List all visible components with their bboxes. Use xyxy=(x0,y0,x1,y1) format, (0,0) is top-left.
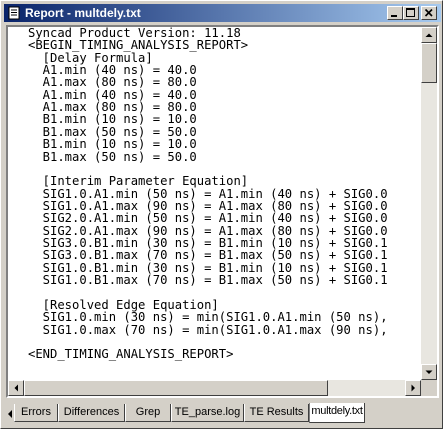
report-line: SIG3.0.B1.max (70 ns) = B1.max (50 ns) +… xyxy=(28,248,388,263)
scrollbar-corner xyxy=(421,380,437,396)
tab-te-parse-log[interactable]: TE_parse.log xyxy=(171,404,244,422)
report-line: B1.min (10 ns) = 10.0 xyxy=(28,137,197,152)
report-line: B1.min (10 ns) = 10.0 xyxy=(28,112,197,127)
scroll-up-button[interactable] xyxy=(421,27,437,43)
report-window: Report - multdely.txt Syncad Product Ver… xyxy=(0,0,443,429)
maximize-button[interactable] xyxy=(403,6,419,20)
document-tab-bar: Errors Differences Grep TE_parse.log TE Resu… xyxy=(6,403,439,425)
tab-label: multdely.txt xyxy=(311,405,363,417)
scroll-left-button[interactable] xyxy=(8,380,24,396)
report-line: SIG1.0.max (70 ns) = min(SIG1.0.A1.max (… xyxy=(28,322,388,337)
report-line: <END_TIMING_ANALYSIS_REPORT> xyxy=(28,347,234,362)
scroll-down-button[interactable] xyxy=(421,364,437,380)
tab-multdely-txt[interactable]: multdely.txt xyxy=(309,403,365,423)
horizontal-scroll-thumb[interactable] xyxy=(24,380,328,396)
tab-label: TE Results xyxy=(249,406,304,418)
tab-label: Grep xyxy=(135,406,161,418)
vertical-scrollbar[interactable] xyxy=(421,27,437,380)
close-button[interactable] xyxy=(421,6,437,20)
report-text-editor[interactable]: Syncad Product Version: 11.18 <BEGIN_TIMI… xyxy=(6,25,439,398)
maximize-icon xyxy=(406,8,415,17)
tab-label: TE_parse.log xyxy=(174,406,241,418)
report-line: A1.max (80 ns) = 80.0 xyxy=(28,75,197,90)
tab-errors[interactable]: Errors xyxy=(14,404,58,422)
title-bar[interactable]: Report - multdely.txt xyxy=(4,4,441,22)
report-line: SIG1.0.min (30 ns) = min(SIG1.0.A1.min (… xyxy=(28,310,388,325)
arrow-up-icon xyxy=(425,33,433,37)
tab-differences[interactable]: Differences xyxy=(58,404,125,422)
arrow-right-icon xyxy=(411,384,415,392)
minimize-icon xyxy=(391,15,397,17)
window-title: Report - multdely.txt xyxy=(25,6,141,20)
report-line: B1.max (50 ns) = 50.0 xyxy=(28,149,197,164)
report-line: <BEGIN_TIMING_ANALYSIS_REPORT> xyxy=(28,38,249,53)
close-icon xyxy=(424,8,433,17)
report-line: SIG1.0.B1.max (70 ns) = B1.max (50 ns) +… xyxy=(28,273,388,287)
tab-grep[interactable]: Grep xyxy=(125,404,171,422)
tab-te-results[interactable]: TE Results xyxy=(244,404,309,422)
tab-label: Differences xyxy=(63,406,120,418)
tab-scroll-left-icon[interactable] xyxy=(6,407,14,421)
report-document-icon xyxy=(7,6,21,20)
arrow-left-icon xyxy=(14,384,18,392)
minimize-button[interactable] xyxy=(387,6,403,20)
arrow-down-icon xyxy=(425,370,433,374)
report-text-area[interactable]: Syncad Product Version: 11.18 <BEGIN_TIMI… xyxy=(8,27,421,380)
scroll-right-button[interactable] xyxy=(405,380,421,396)
report-line: [Interim Parameter Equation] xyxy=(28,174,249,189)
report-line: SIG2.0.A1.min (50 ns) = A1.min (40 ns) +… xyxy=(28,211,388,226)
horizontal-scrollbar[interactable] xyxy=(8,380,421,396)
tab-label: Errors xyxy=(21,406,51,418)
vertical-scroll-thumb[interactable] xyxy=(421,43,437,83)
